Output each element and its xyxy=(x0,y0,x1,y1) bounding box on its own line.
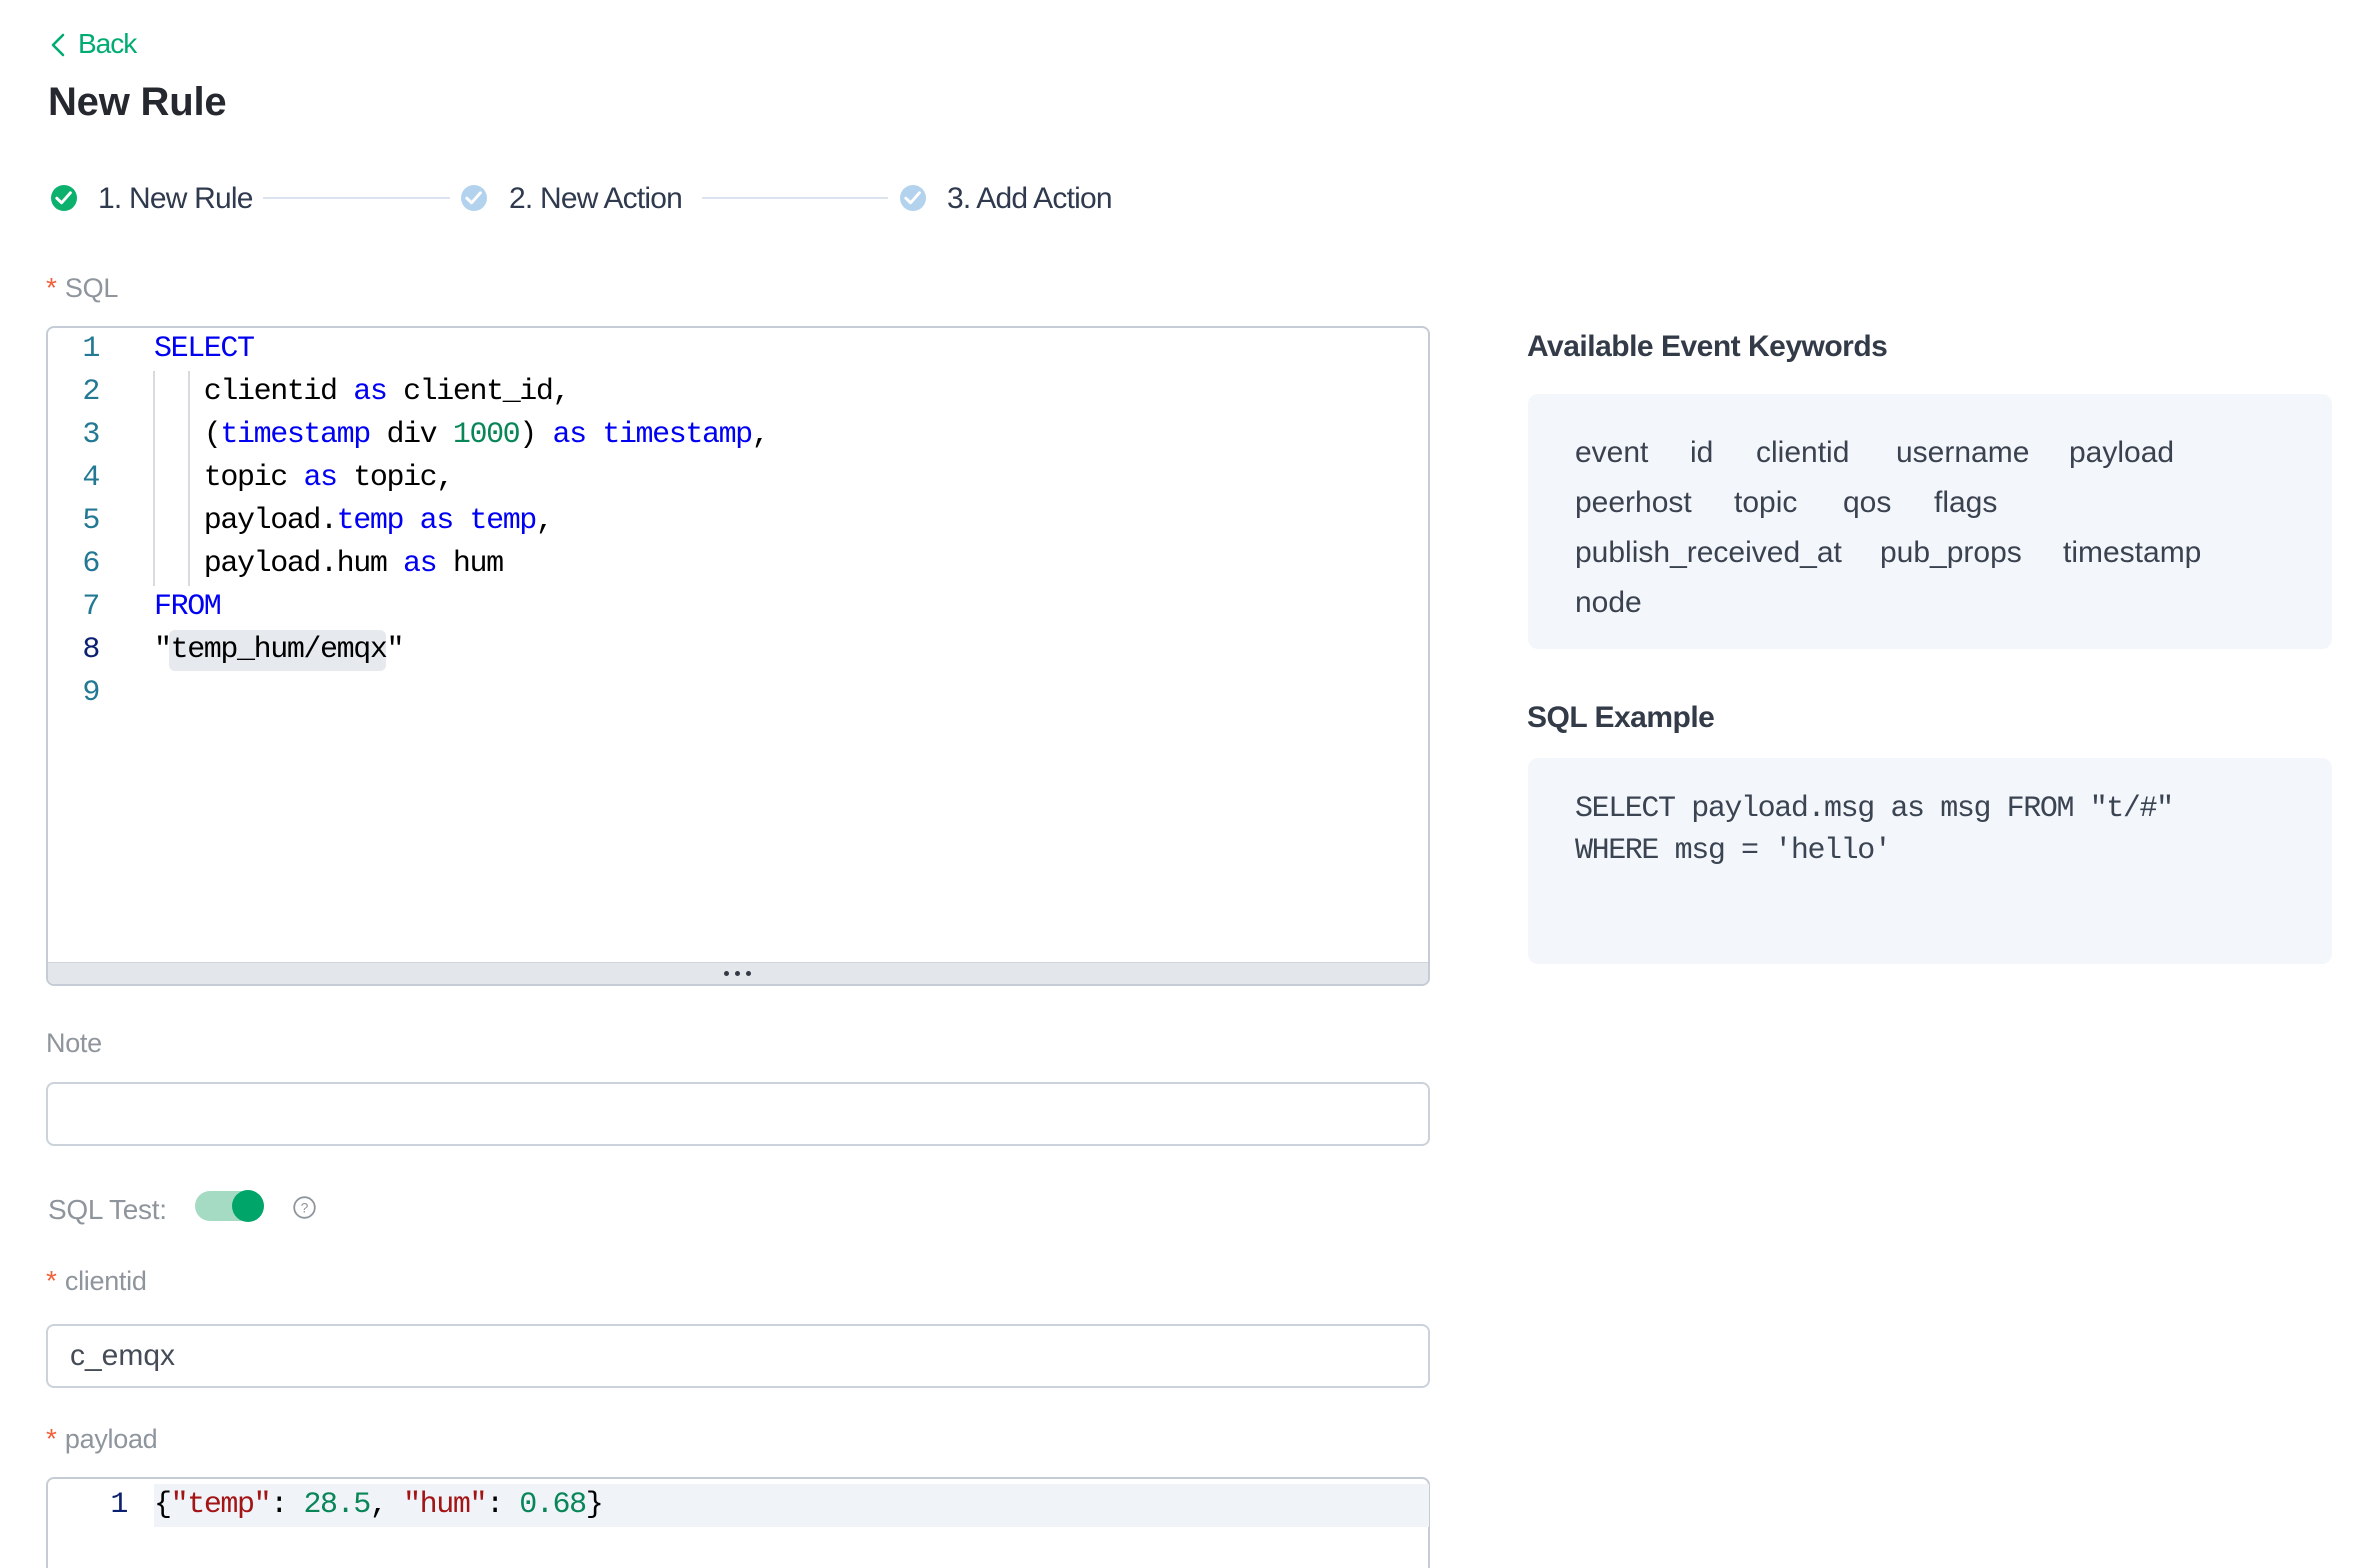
svg-text:?: ? xyxy=(301,1199,309,1215)
